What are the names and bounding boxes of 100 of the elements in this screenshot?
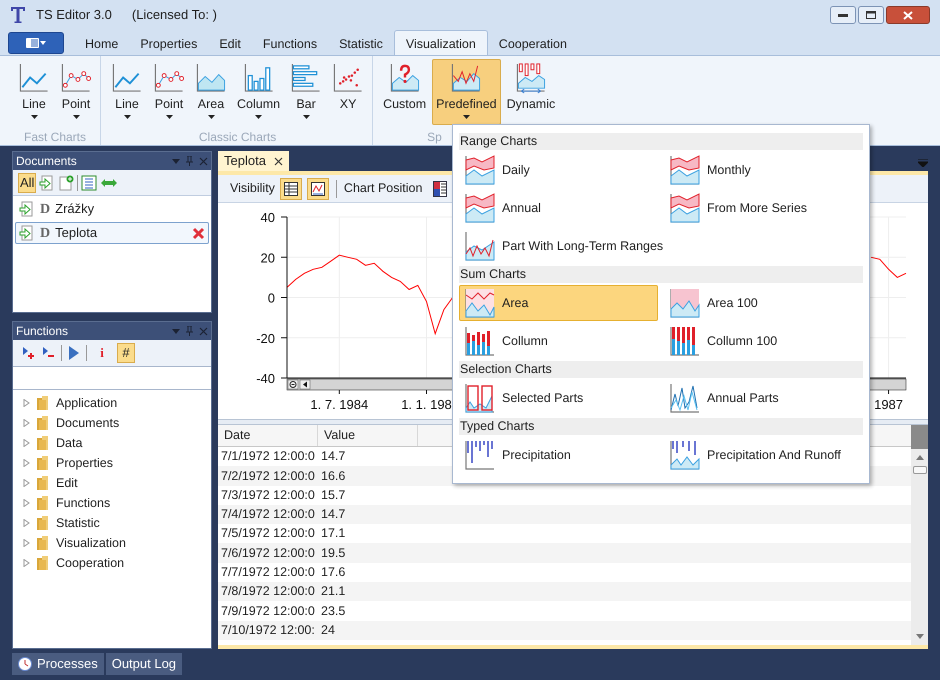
table-toggle-button[interactable] — [280, 178, 302, 200]
clock-icon — [18, 657, 32, 671]
menu-item[interactable]: Daily — [459, 152, 658, 188]
folder-icon — [35, 535, 51, 551]
stacked-area-icon — [669, 287, 701, 319]
tree-item[interactable]: Edit — [13, 473, 211, 493]
column-header[interactable]: Date — [218, 425, 318, 446]
ribbon-tab[interactable]: Visualization — [394, 30, 488, 55]
menu-item[interactable]: Precipitation And Runoff — [664, 437, 863, 473]
ribbon-button[interactable]: Line — [14, 59, 54, 125]
application-menu-button[interactable] — [8, 32, 64, 54]
pin-icon — [186, 326, 193, 336]
close-button[interactable] — [886, 6, 930, 24]
all-filter-button[interactable]: All — [18, 172, 36, 192]
overlaid-lines-icon — [669, 382, 701, 414]
y-tick-label: 0 — [268, 290, 275, 306]
tree-item[interactable]: Functions — [13, 493, 211, 513]
panel-title: Functions — [16, 323, 68, 340]
scroll-down-icon — [916, 634, 924, 639]
table-row[interactable]: 7/10/1972 12:00: 24 — [218, 620, 911, 640]
y-tick-label: -40 — [256, 371, 275, 386]
menu-item[interactable]: Precipitation — [459, 437, 658, 473]
toolbar-button[interactable]: i — [93, 343, 111, 363]
ribbon-button[interactable]: Point — [149, 59, 189, 125]
column-header[interactable]: Value — [318, 425, 418, 446]
ribbon-tab[interactable]: Cooperation — [488, 31, 578, 55]
close-icon — [903, 10, 913, 20]
tree-item[interactable]: Cooperation — [13, 553, 211, 573]
menu-section-header: Sum Charts — [459, 266, 863, 283]
tree-item[interactable]: Statistic — [13, 513, 211, 533]
dropdown-icon — [172, 158, 180, 164]
menu-item[interactable]: Area 100 — [664, 285, 863, 321]
document-name: Teplota — [55, 224, 98, 242]
range-chart-icon — [669, 154, 701, 186]
list-icon — [81, 174, 98, 190]
table-cell-text: 7/1/1972 12:00:0 — [220, 448, 316, 466]
menu-item[interactable]: From More Series — [664, 190, 863, 226]
ribbon-tab[interactable]: Edit — [208, 31, 252, 55]
table-cell-text: 7/10/1972 12:00: — [220, 622, 316, 639]
ribbon-button[interactable]: Line — [107, 59, 147, 125]
menu-item[interactable]: Part With Long-Term Ranges — [459, 228, 668, 264]
scrollbar[interactable] — [911, 425, 928, 645]
ribbon-button[interactable]: Custom — [379, 59, 430, 125]
ribbon-tab[interactable]: Home — [74, 31, 130, 55]
dropdown-icon — [172, 328, 180, 334]
scrollbar-thumb[interactable] — [912, 466, 926, 474]
ribbon-button[interactable]: Area — [191, 59, 231, 125]
ribbon-button[interactable]: XY — [328, 59, 368, 125]
ribbon-tab[interactable]: Statistic — [328, 31, 394, 55]
document-item[interactable]: D Teplota — [15, 222, 209, 244]
tree-label: Functions — [56, 494, 110, 512]
search-field[interactable] — [13, 366, 211, 390]
ribbon-tab[interactable]: Properties — [129, 31, 208, 55]
menu-item[interactable]: Collumn 100 — [664, 323, 863, 359]
folder-icon — [35, 495, 51, 511]
table-cell-text: 16.6 — [320, 468, 346, 485]
ribbon-button[interactable]: Column — [233, 59, 284, 125]
document-tab[interactable]: Teplota — [218, 151, 289, 171]
maximize-button[interactable] — [858, 6, 884, 24]
chart-toggle-button[interactable] — [306, 178, 329, 200]
bottom-tab[interactable]: Output Log — [106, 653, 182, 675]
document-item[interactable]: D Zrážky — [15, 198, 209, 220]
menu-item[interactable]: Selected Parts — [459, 380, 658, 416]
table-row[interactable]: 7/4/1972 12:00:0 14.7 — [218, 504, 911, 524]
tree-item[interactable]: Data — [13, 433, 211, 453]
menu-section-header: Selection Charts — [459, 361, 863, 378]
ribbon-button[interactable]: Point — [56, 59, 96, 125]
maximize-icon — [866, 11, 876, 19]
table-row[interactable]: 7/6/1972 12:00:0 19.5 — [218, 543, 911, 563]
table-cell-text: 15.7 — [320, 486, 346, 504]
table-cell-text: 14.7 — [320, 448, 346, 466]
ribbon-tab[interactable]: Functions — [252, 31, 328, 55]
ribbon-button[interactable]: Bar — [286, 59, 326, 125]
bottom-tab[interactable]: Processes — [12, 653, 104, 675]
ribbon-button[interactable]: Predefined — [432, 59, 501, 125]
panel-title: Documents — [16, 153, 77, 170]
menu-item[interactable]: Area — [459, 285, 658, 321]
scroll-up-icon — [916, 455, 924, 460]
overflow-icon — [918, 159, 928, 167]
toolbar-button[interactable]: # — [117, 343, 135, 363]
tree-item[interactable]: Properties — [13, 453, 211, 473]
table-cell-text: 7/2/1972 12:00:0 — [220, 468, 316, 485]
menu-item[interactable]: Collumn — [459, 323, 658, 359]
tree-label: Statistic — [56, 514, 100, 532]
menu-item[interactable]: Annual — [459, 190, 658, 226]
tree-item[interactable]: Application — [13, 393, 211, 413]
menu-item[interactable]: Monthly — [664, 152, 863, 188]
tree-label: Documents — [56, 414, 120, 432]
close-icon — [274, 156, 283, 166]
table-cell-text: 24 — [320, 622, 336, 639]
ribbon-button[interactable]: Dynamic — [502, 59, 560, 125]
license-text: (Licensed To: ) — [132, 6, 217, 24]
table-cell-text: 19.5 — [320, 544, 346, 562]
minimize-button[interactable] — [830, 6, 856, 24]
table-row[interactable]: 7/8/1972 12:00:0 21.1 — [218, 582, 911, 602]
menu-item[interactable]: Annual Parts — [664, 380, 863, 416]
line-chart-icon — [18, 62, 50, 94]
scatter-chart-icon — [332, 62, 364, 94]
tree-item[interactable]: Documents — [13, 413, 211, 433]
tree-item[interactable]: Visualization — [13, 533, 211, 553]
